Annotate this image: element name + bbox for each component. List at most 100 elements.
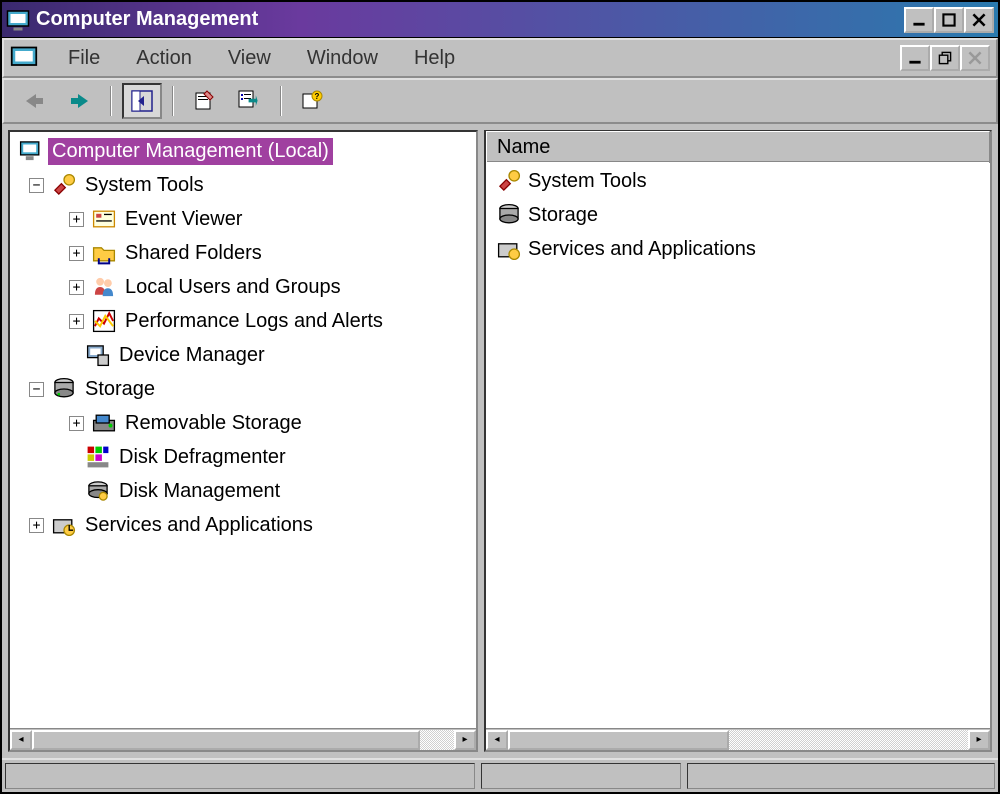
tree-root-label[interactable]: Computer Management (Local) (48, 138, 333, 165)
toolbar-separator (172, 86, 174, 116)
forward-button[interactable] (60, 83, 100, 119)
tree-node-removable-storage[interactable]: + Removable Storage (10, 406, 476, 440)
help-button[interactable]: ? (292, 83, 332, 119)
expand-icon[interactable]: + (29, 518, 44, 533)
tree-root[interactable]: Computer Management (Local) (10, 134, 476, 168)
mdi-minimize-button[interactable] (900, 45, 930, 71)
tree-node-system-tools[interactable]: − System Tools (10, 168, 476, 202)
scroll-thumb[interactable] (32, 730, 420, 750)
tree-label[interactable]: Removable Storage (121, 410, 306, 437)
tools-icon (496, 168, 522, 194)
toolbar-separator (280, 86, 282, 116)
tree-label[interactable]: Services and Applications (81, 512, 317, 539)
app-icon (6, 8, 30, 32)
list-item[interactable]: System Tools (488, 164, 988, 198)
minimize-button[interactable] (904, 7, 934, 33)
mdi-close-button (960, 45, 990, 71)
device-manager-icon (85, 342, 111, 368)
tree-view[interactable]: Computer Management (Local) − System Too… (10, 132, 476, 728)
disk-management-icon (85, 478, 111, 504)
scroll-track[interactable] (32, 730, 454, 750)
tree-node-disk-management[interactable]: Disk Management (10, 474, 476, 508)
storage-icon (51, 376, 77, 402)
collapse-icon[interactable]: − (29, 178, 44, 193)
toolbar-separator (110, 86, 112, 116)
performance-icon (91, 308, 117, 334)
tree-node-services[interactable]: + Services and Applications (10, 508, 476, 542)
maximize-button[interactable] (934, 7, 964, 33)
scroll-right-button[interactable]: ▸ (454, 730, 476, 750)
services-icon (496, 236, 522, 262)
tree-label[interactable]: Performance Logs and Alerts (121, 308, 387, 335)
storage-icon (496, 202, 522, 228)
scroll-right-button[interactable]: ▸ (968, 730, 990, 750)
column-name[interactable]: Name (486, 131, 990, 163)
list-item[interactable]: Services and Applications (488, 232, 988, 266)
status-cell (5, 763, 475, 789)
tree-label[interactable]: Event Viewer (121, 206, 246, 233)
statusbar (2, 758, 998, 792)
tree-label[interactable]: Shared Folders (121, 240, 266, 267)
list-view[interactable]: System Tools Storage Services and Applic… (486, 162, 990, 728)
status-cell (687, 763, 995, 789)
svg-text:?: ? (315, 92, 320, 101)
list-item-label[interactable]: Services and Applications (528, 238, 756, 261)
mdi-restore-button[interactable] (930, 45, 960, 71)
menu-file[interactable]: File (50, 43, 118, 74)
services-icon (51, 512, 77, 538)
tree-label[interactable]: Disk Management (115, 478, 284, 505)
tools-icon (51, 172, 77, 198)
tree-label[interactable]: Storage (81, 376, 159, 403)
tree-node-disk-defragmenter[interactable]: Disk Defragmenter (10, 440, 476, 474)
collapse-icon[interactable]: − (29, 382, 44, 397)
window-title: Computer Management (36, 8, 904, 31)
tree-label[interactable]: System Tools (81, 172, 208, 199)
list-item-label[interactable]: System Tools (528, 170, 647, 193)
tree-node-local-users[interactable]: + Local Users and Groups (10, 270, 476, 304)
list-pane: Name System Tools Storage Services and A… (484, 130, 992, 752)
show-hide-tree-button[interactable] (122, 83, 162, 119)
scroll-thumb[interactable] (508, 730, 729, 750)
tree-node-storage[interactable]: − Storage (10, 372, 476, 406)
scroll-left-button[interactable]: ◂ (486, 730, 508, 750)
users-icon (91, 274, 117, 300)
shared-folders-icon (91, 240, 117, 266)
expand-icon[interactable]: + (69, 280, 84, 295)
event-viewer-icon (91, 206, 117, 232)
status-cell (481, 763, 681, 789)
back-button[interactable] (14, 83, 54, 119)
list-item-label[interactable]: Storage (528, 204, 598, 227)
close-button[interactable] (964, 7, 994, 33)
list-item[interactable]: Storage (488, 198, 988, 232)
expand-icon[interactable]: + (69, 314, 84, 329)
menu-action[interactable]: Action (118, 43, 210, 74)
content-area: Computer Management (Local) − System Too… (2, 124, 998, 758)
menu-view[interactable]: View (210, 43, 289, 74)
titlebar: Computer Management (2, 2, 998, 38)
list-hscrollbar[interactable]: ◂ ▸ (486, 728, 990, 750)
removable-storage-icon (91, 410, 117, 436)
tree-node-device-manager[interactable]: Device Manager (10, 338, 476, 372)
toolbar: ? (2, 78, 998, 124)
computer-icon (18, 138, 44, 164)
defragmenter-icon (85, 444, 111, 470)
list-header[interactable]: Name (486, 132, 990, 162)
expand-icon[interactable]: + (69, 212, 84, 227)
menu-help[interactable]: Help (396, 43, 473, 74)
expand-icon[interactable]: + (69, 246, 84, 261)
tree-node-event-viewer[interactable]: + Event Viewer (10, 202, 476, 236)
tree-label[interactable]: Device Manager (115, 342, 269, 369)
tree-hscrollbar[interactable]: ◂ ▸ (10, 728, 476, 750)
tree-node-performance-logs[interactable]: + Performance Logs and Alerts (10, 304, 476, 338)
tree-label[interactable]: Disk Defragmenter (115, 444, 290, 471)
tree-label[interactable]: Local Users and Groups (121, 274, 345, 301)
scroll-left-button[interactable]: ◂ (10, 730, 32, 750)
properties-button[interactable] (184, 83, 224, 119)
menu-window[interactable]: Window (289, 43, 396, 74)
export-list-button[interactable] (230, 83, 270, 119)
scroll-track[interactable] (508, 730, 968, 750)
tree-pane: Computer Management (Local) − System Too… (8, 130, 478, 752)
tree-node-shared-folders[interactable]: + Shared Folders (10, 236, 476, 270)
mdi-icon (10, 46, 38, 70)
expand-icon[interactable]: + (69, 416, 84, 431)
